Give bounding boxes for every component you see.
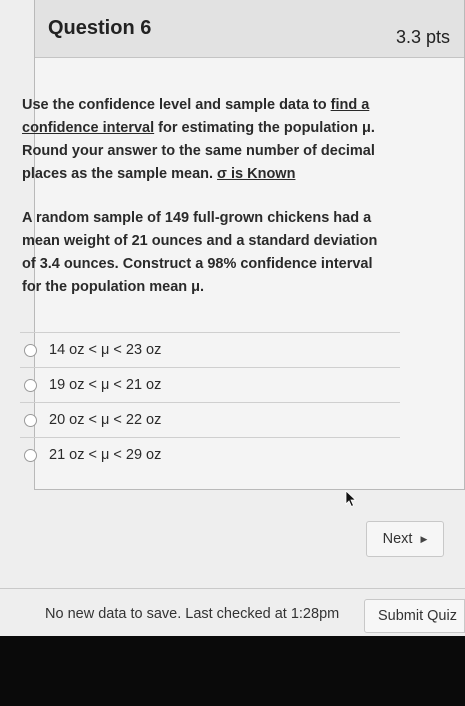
answer-option[interactable]: 19 oz < μ < 21 oz	[20, 367, 400, 402]
instructions: Use the confidence level and sample data…	[22, 94, 382, 186]
problem-statement: A random sample of 149 full-grown chicke…	[22, 210, 378, 295]
radio-button[interactable]	[24, 448, 37, 462]
question-text: Use the confidence level and sample data…	[22, 94, 382, 320]
answer-option[interactable]: 20 oz < μ < 22 oz	[20, 402, 400, 437]
answer-option[interactable]: 21 oz < μ < 29 oz	[20, 437, 400, 472]
answer-option[interactable]: 14 oz < μ < 23 oz	[20, 332, 400, 367]
submit-quiz-button[interactable]: Submit Quiz	[364, 599, 465, 633]
mouse-cursor-icon	[345, 490, 357, 508]
answer-label[interactable]: 21 oz < μ < 29 oz	[49, 447, 161, 463]
instructions-text-1: Use the confidence level and sample data…	[22, 97, 331, 113]
next-button-label: Next	[382, 531, 413, 547]
save-status: No new data to save. Last checked at 1:2…	[45, 606, 340, 622]
question-header: Question 6 3.3 pts	[35, 0, 464, 58]
answer-label[interactable]: 14 oz < μ < 23 oz	[49, 342, 161, 358]
footer-divider	[0, 588, 465, 589]
next-button[interactable]: Next ▶	[366, 521, 444, 557]
radio-button[interactable]	[24, 343, 37, 357]
answer-list: 14 oz < μ < 23 oz 19 oz < μ < 21 oz 20 o…	[20, 332, 400, 472]
answer-label[interactable]: 20 oz < μ < 22 oz	[49, 412, 161, 428]
answer-label[interactable]: 19 oz < μ < 21 oz	[49, 377, 161, 393]
question-points: 3.3 pts	[395, 27, 450, 47]
sigma-known-link[interactable]: σ is Known	[217, 166, 295, 182]
question-title: Question 6	[48, 17, 152, 39]
triangle-right-icon: ▶	[420, 533, 428, 544]
radio-button[interactable]	[24, 413, 37, 427]
radio-button[interactable]	[24, 378, 37, 392]
quiz-screen: Question 6 3.3 pts Use the confidence le…	[0, 0, 465, 636]
